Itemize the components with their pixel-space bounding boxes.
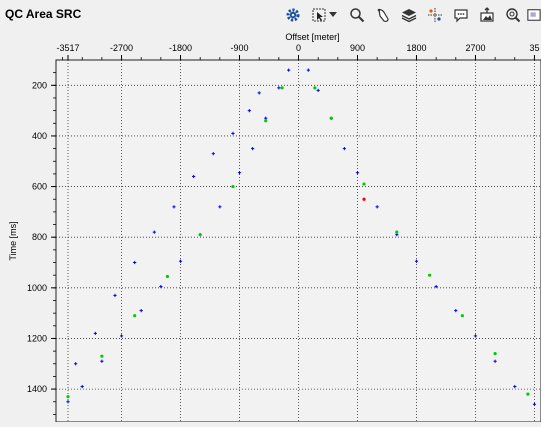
data-point bbox=[165, 274, 170, 279]
y-axis-title: Time [ms] bbox=[8, 221, 18, 260]
x-tick-label: 0 bbox=[296, 43, 301, 53]
data-point bbox=[198, 233, 202, 237]
dropdown-arrow-icon[interactable] bbox=[327, 5, 339, 25]
overview-map-icon[interactable] bbox=[527, 5, 541, 25]
y-tick-label: 800 bbox=[32, 232, 47, 242]
annotation-comment-icon[interactable] bbox=[451, 5, 471, 25]
pan-hand-icon[interactable] bbox=[373, 5, 393, 25]
x-tick-label: 900 bbox=[350, 43, 365, 53]
zoom-reset-icon[interactable] bbox=[503, 5, 523, 25]
cursor-select-icon[interactable] bbox=[309, 5, 329, 25]
x-tick-label: -2700 bbox=[110, 43, 133, 53]
x-tick-label: 2700 bbox=[465, 43, 485, 53]
data-point bbox=[526, 392, 530, 396]
chart-area[interactable]: Offset [meter] -3517 -2700 -1800 -900 0 900 180… bbox=[0, 30, 541, 423]
data-point bbox=[460, 314, 464, 318]
layers-icon[interactable] bbox=[399, 5, 419, 25]
x-tick-label: -900 bbox=[231, 43, 249, 53]
data-point bbox=[313, 86, 317, 90]
x-tick-label: -3517 bbox=[56, 43, 79, 53]
y-tick-label: 400 bbox=[32, 131, 47, 141]
y-tick-label: 1400 bbox=[27, 384, 47, 394]
data-point bbox=[280, 86, 284, 90]
data-point bbox=[66, 395, 70, 399]
crosshair-pick-icon[interactable] bbox=[425, 5, 445, 25]
x-axis-title: Offset [meter] bbox=[285, 32, 339, 42]
data-point bbox=[133, 314, 137, 318]
y-tick-label: 1200 bbox=[27, 333, 47, 343]
data-point bbox=[493, 352, 497, 356]
window-titlebar: QC Area SRC bbox=[0, 0, 541, 30]
data-point bbox=[264, 119, 268, 123]
x-tick-label: -1800 bbox=[169, 43, 192, 53]
x-tick-label: 1800 bbox=[406, 43, 426, 53]
data-point bbox=[329, 116, 333, 120]
data-point bbox=[100, 354, 104, 358]
zoom-magnifier-icon[interactable] bbox=[347, 5, 367, 25]
window-title: QC Area SRC bbox=[5, 7, 82, 21]
y-tick-label: 1000 bbox=[27, 283, 47, 293]
data-point bbox=[427, 273, 432, 277]
data-point bbox=[362, 197, 366, 201]
data-point bbox=[362, 182, 366, 186]
x-tick-label: 35 bbox=[529, 43, 539, 53]
export-image-icon[interactable] bbox=[477, 5, 497, 25]
y-tick-label: 200 bbox=[32, 80, 47, 90]
y-tick-label: 600 bbox=[32, 182, 47, 192]
scatter-chart[interactable]: Offset [meter] -3517 -2700 -1800 -900 0 900 180… bbox=[0, 30, 541, 423]
settings-gear-icon[interactable] bbox=[283, 5, 303, 25]
data-point bbox=[231, 184, 235, 189]
data-point bbox=[395, 230, 399, 234]
